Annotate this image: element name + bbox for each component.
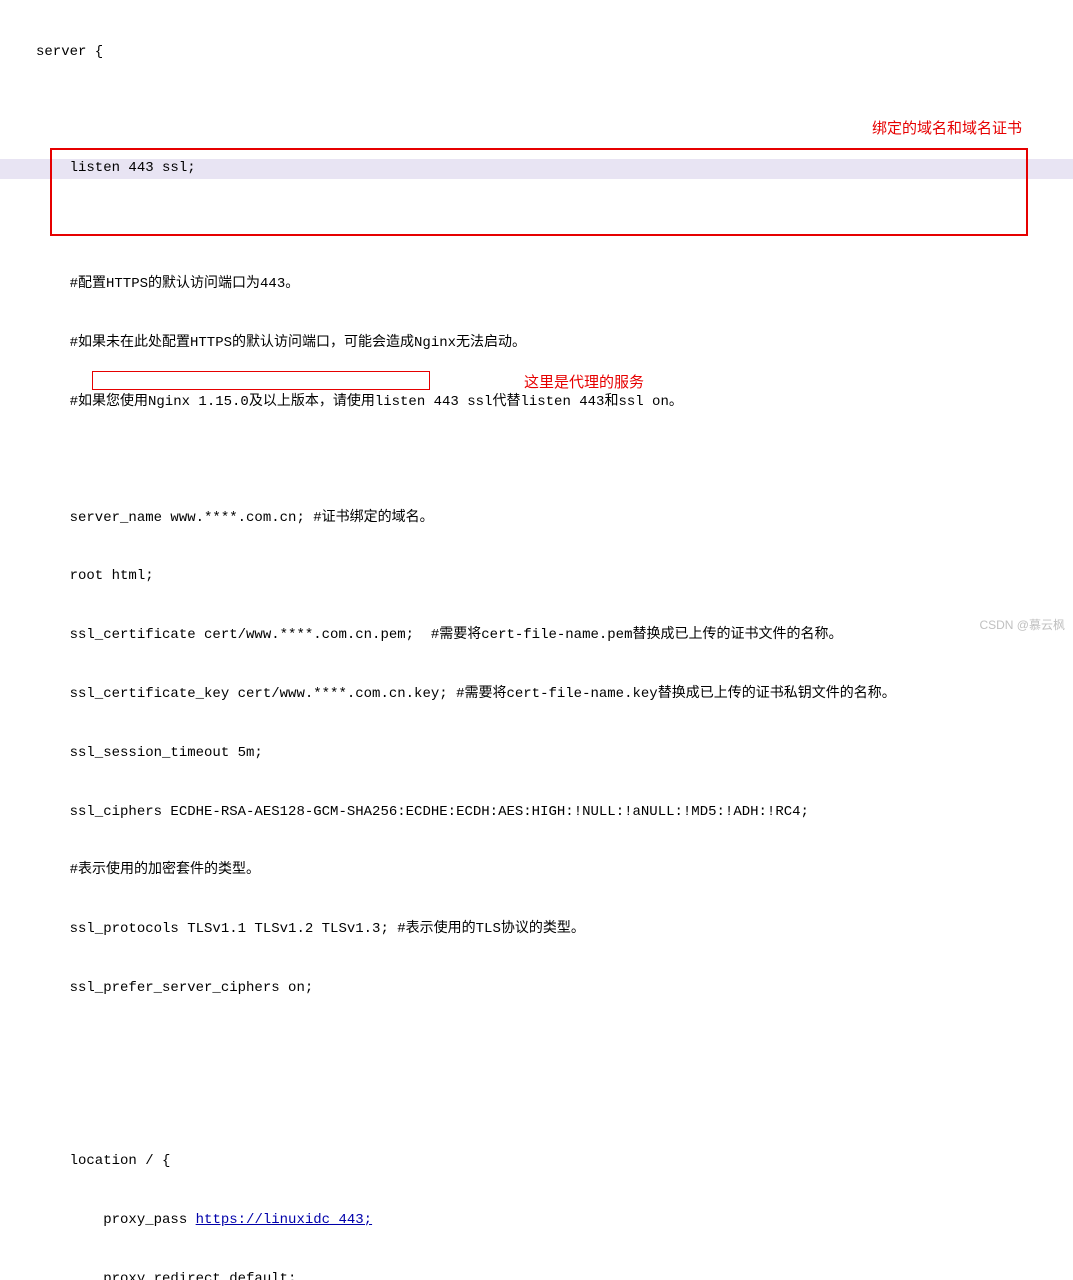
proxy-pass-url[interactable]: https://linuxidc_443; [196,1212,372,1228]
annotation-cert: 绑定的域名和域名证书 [872,118,1022,139]
code-line: proxy_pass https://linuxidc_443; [0,1211,1073,1231]
watermark: CSDN @慕云枫 [979,617,1065,634]
code-line: ssl_protocols TLSv1.1 TLSv1.2 TLSv1.3; #… [0,920,1073,940]
code-block: server { listen 443 ssl; #配置HTTPS的默认访问端口… [0,0,1073,1280]
annotation-proxy: 这里是代理的服务 [524,372,644,393]
code-text: proxy_pass [36,1212,196,1228]
code-comment: #表示使用的加密套件的类型。 [0,861,1073,881]
code-comment: #如果您使用Nginx 1.15.0及以上版本，请使用listen 443 ss… [0,393,1073,413]
blank-line [0,1095,1073,1113]
code-line: server_name www.****.com.cn; #证书绑定的域名。 [0,509,1073,529]
code-line: server { [0,43,1073,63]
code-line: ssl_prefer_server_ciphers on; [0,979,1073,999]
code-line-highlight: listen 443 ssl; [0,159,1073,179]
blank-line [0,218,1073,236]
blank-line [0,1038,1073,1056]
blank-line [0,451,1073,469]
code-line: ssl_certificate cert/www.****.com.cn.pem… [0,626,1073,646]
code-line: ssl_ciphers ECDHE-RSA-AES128-GCM-SHA256:… [0,803,1073,823]
code-line: ssl_certificate_key cert/www.****.com.cn… [0,685,1073,705]
code-line: ssl_session_timeout 5m; [0,744,1073,764]
code-comment: #配置HTTPS的默认访问端口为443。 [0,275,1073,295]
code-line: proxy_redirect default; [0,1270,1073,1280]
code-comment: #如果未在此处配置HTTPS的默认访问端口，可能会造成Nginx无法启动。 [0,334,1073,354]
code-line: root html; [0,567,1073,587]
code-line: location / { [0,1152,1073,1172]
